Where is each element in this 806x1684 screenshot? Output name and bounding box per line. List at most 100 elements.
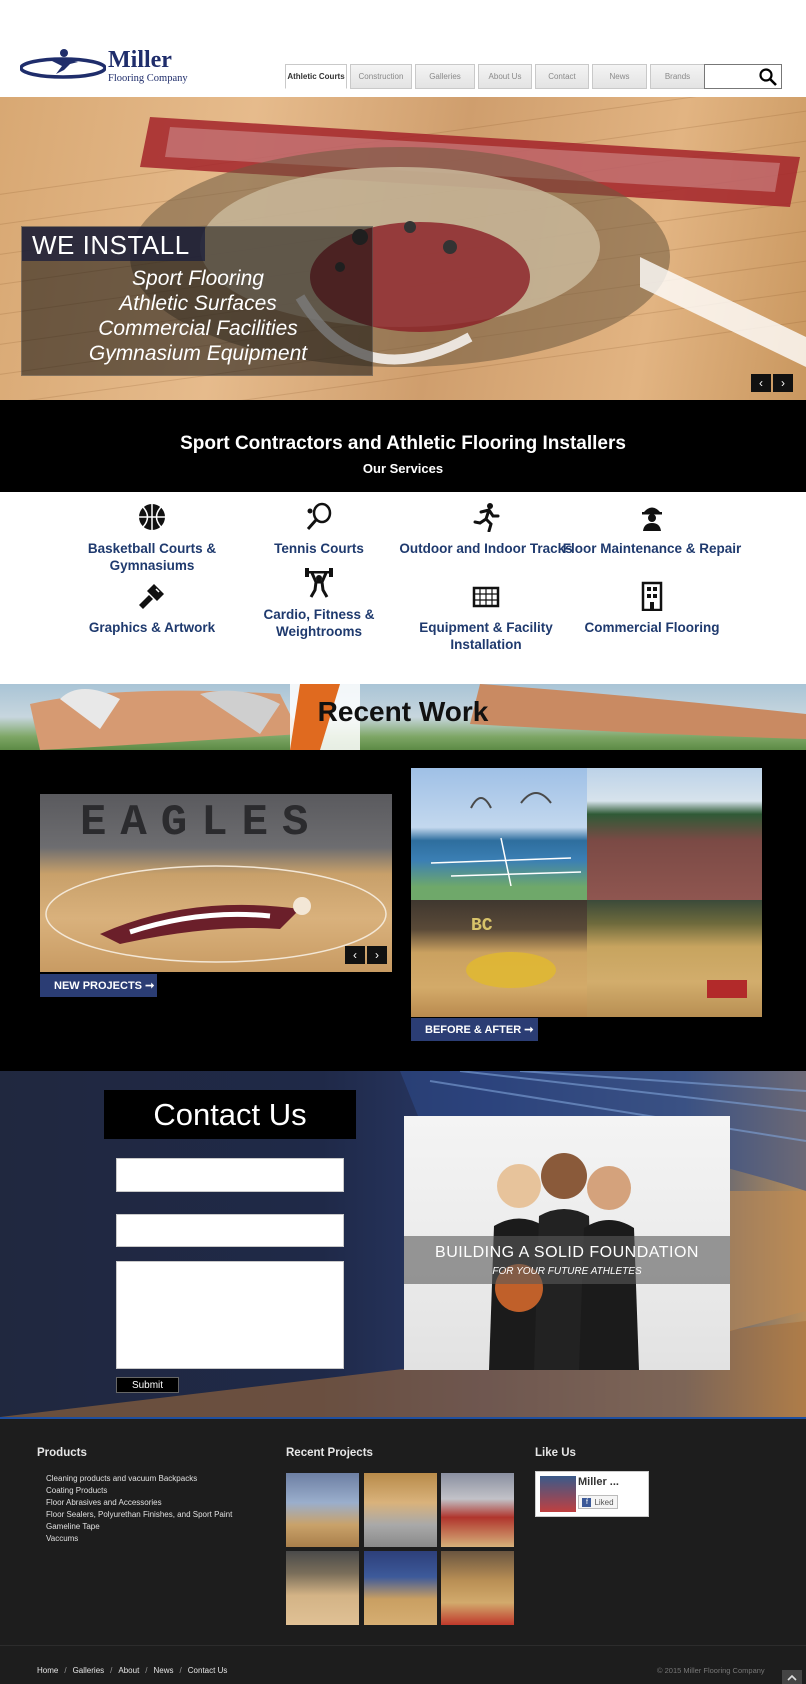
product-link[interactable]: Coating Products — [46, 1485, 232, 1497]
kids-photo: BUILDING A SOLID FOUNDATION FOR YOUR FUT… — [404, 1116, 730, 1370]
footer-link-galleries[interactable]: Galleries — [73, 1666, 105, 1675]
footer-links: Home / Galleries / About / News / Contact Us — [37, 1666, 228, 1675]
email-field[interactable] — [116, 1214, 344, 1247]
nav-tab-galleries[interactable]: Galleries — [415, 64, 475, 89]
project-thumbnail[interactable] — [286, 1473, 359, 1547]
nav-tab-brands[interactable]: Brands — [650, 64, 705, 89]
gym-logo-graphic: BC — [466, 916, 556, 988]
product-link[interactable]: Gameline Tape — [46, 1521, 232, 1533]
footer-link-news[interactable]: News — [154, 1666, 174, 1675]
facebook-icon: f — [582, 1497, 592, 1507]
product-link[interactable]: Floor Sealers, Polyurethan Finishes, and… — [46, 1509, 232, 1521]
facebook-like-box[interactable]: Miller ... f Liked — [535, 1471, 649, 1517]
project-thumbnail[interactable] — [286, 1551, 359, 1625]
services-header: Sport Contractors and Athletic Flooring … — [0, 400, 806, 492]
search-input[interactable] — [704, 64, 782, 89]
service-commercial[interactable]: Commercial Flooring — [562, 581, 742, 636]
footer-link-home[interactable]: Home — [37, 1666, 58, 1675]
project-thumbnail[interactable] — [441, 1551, 514, 1625]
like-page-name: Miller ... — [578, 1476, 619, 1488]
liked-button[interactable]: f Liked — [578, 1495, 618, 1509]
hero-heading-bar: WE INSTALL — [22, 227, 205, 261]
footer-link-about[interactable]: About — [118, 1666, 139, 1675]
runner-logo-icon — [20, 49, 106, 79]
new-projects-button[interactable]: NEW PROJECTS ➞ — [40, 974, 157, 997]
contact-title: Contact Us — [153, 1097, 307, 1132]
nav-tab-contact[interactable]: Contact — [535, 64, 589, 89]
hero-line: Gymnasium Equipment — [88, 342, 308, 365]
project-thumbnail[interactable] — [364, 1551, 437, 1625]
eagle-logo-graphic — [45, 865, 387, 963]
service-equipment[interactable]: Equipment & Facility Installation — [396, 581, 576, 653]
liked-label: Liked — [594, 1497, 614, 1507]
tennis-court-before-image[interactable] — [411, 768, 587, 900]
chevron-up-icon — [787, 1674, 797, 1681]
service-label: Graphics & Artwork — [88, 620, 216, 635]
service-graphics[interactable]: Graphics & Artwork — [62, 581, 242, 636]
service-label: Basketball Courts & Gymnasiums — [87, 541, 217, 573]
slider-prev-button[interactable]: ‹ — [751, 374, 771, 392]
gym-floor-before-image[interactable]: BC — [411, 900, 587, 1017]
message-field[interactable] — [116, 1261, 344, 1369]
court-lines-graphic — [430, 792, 582, 887]
photo-caption-subtitle: FOR YOUR FUTURE ATHLETES — [492, 1266, 642, 1277]
service-tracks[interactable]: Outdoor and Indoor Tracks — [396, 502, 576, 557]
project-thumbnail[interactable] — [441, 1473, 514, 1547]
recent-projects-heading: Recent Projects — [286, 1447, 373, 1459]
building-icon — [641, 581, 663, 612]
tennis-court-after-image[interactable] — [587, 768, 762, 900]
slider-next-button[interactable]: › — [773, 374, 793, 392]
services-title: Sport Contractors and Athletic Flooring … — [180, 433, 626, 454]
gym-floor-after-image[interactable] — [587, 900, 762, 1017]
photo-caption-title: BUILDING A SOLID FOUNDATION — [435, 1244, 699, 1261]
services-subtitle: Our Services — [362, 461, 444, 476]
footer-link-contact[interactable]: Contact Us — [188, 1666, 228, 1675]
product-link[interactable]: Vaccums — [46, 1533, 232, 1545]
worker-helmet-icon — [642, 507, 662, 531]
hero-slider: WE INSTALL Sport Flooring Athletic Surfa… — [0, 97, 806, 400]
recent-work-title: Recent Work — [317, 696, 489, 727]
nav-tab-news[interactable]: News — [592, 64, 647, 89]
contact-title-box: Contact Us — [104, 1090, 356, 1139]
contact-section: Contact Us Submit BUILDING A SOLID FOUND… — [0, 1071, 806, 1417]
search-icon[interactable] — [758, 67, 778, 87]
tennis-racket-icon — [306, 502, 332, 530]
projects-next-button[interactable]: › — [367, 946, 387, 964]
service-label: Equipment & Facility Installation — [419, 620, 553, 652]
projects-prev-button[interactable]: ‹ — [345, 946, 365, 964]
footer: Products Cleaning products and vacuum Ba… — [0, 1417, 806, 1645]
logo-name: Miller — [108, 47, 172, 73]
scroll-top-button[interactable] — [782, 1670, 802, 1684]
site-header: Miller Flooring Company Athletic Courts … — [0, 0, 806, 97]
nav-tab-construction[interactable]: Construction — [350, 64, 412, 89]
service-label: Tennis Courts — [274, 541, 364, 556]
service-label: Commercial Flooring — [584, 620, 720, 635]
bottom-bar: Home / Galleries / About / News / Contact Us… — [0, 1645, 806, 1684]
products-list: Cleaning products and vacuum Backpacks C… — [46, 1473, 232, 1545]
page-avatar — [540, 1476, 576, 1512]
nav-tab-athletic-courts[interactable]: Athletic Courts — [285, 64, 347, 89]
court-paint-graphic — [707, 980, 747, 998]
service-maintenance[interactable]: Floor Maintenance & Repair — [562, 502, 742, 557]
service-tennis[interactable]: Tennis Courts — [229, 502, 409, 557]
logo[interactable]: Miller Flooring Company — [20, 46, 200, 86]
hero-heading: WE INSTALL — [32, 230, 190, 260]
submit-button[interactable]: Submit — [116, 1377, 179, 1393]
new-projects-image[interactable]: EAGLES ‹ › — [40, 794, 392, 972]
recent-work-section: EAGLES ‹ › NEW PROJECTS ➞ BC BEFORE & AF… — [0, 750, 806, 1071]
recent-work-banner: Recent Work — [0, 684, 806, 750]
basketball-icon — [139, 504, 165, 530]
nav-tab-about-us[interactable]: About Us — [478, 64, 532, 89]
like-us-heading: Like Us — [535, 1447, 576, 1459]
before-after-button[interactable]: BEFORE & AFTER ➞ — [411, 1018, 538, 1041]
product-link[interactable]: Floor Abrasives and Accessories — [46, 1497, 232, 1509]
service-label: Floor Maintenance & Repair — [562, 541, 742, 556]
name-field[interactable] — [116, 1158, 344, 1192]
project-thumbnail[interactable] — [364, 1473, 437, 1547]
hero-line: Athletic Surfaces — [119, 292, 277, 315]
hero-line: Sport Flooring — [132, 267, 264, 290]
service-fitness[interactable]: Cardio, Fitness & Weightrooms — [229, 568, 409, 640]
logo-subtitle: Flooring Company — [108, 73, 188, 84]
product-link[interactable]: Cleaning products and vacuum Backpacks — [46, 1473, 232, 1485]
service-basketball[interactable]: Basketball Courts & Gymnasiums — [62, 502, 242, 574]
